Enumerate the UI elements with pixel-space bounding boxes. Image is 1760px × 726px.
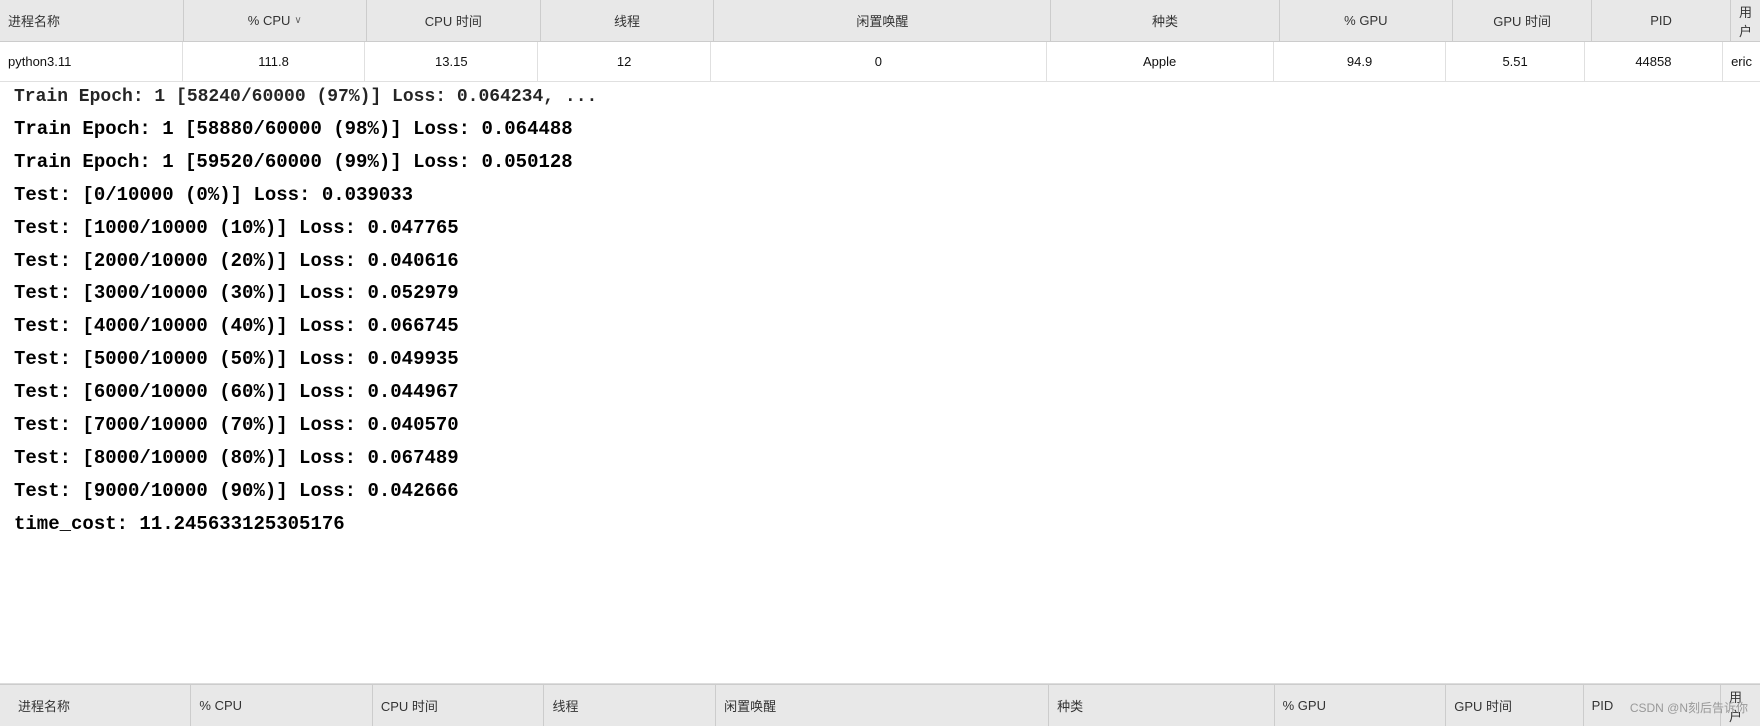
- cell-gpu-pct: 94.9: [1274, 42, 1447, 81]
- cell-user: eric: [1723, 42, 1760, 81]
- cell-idle-wake: 0: [711, 42, 1047, 81]
- terminal-line: Train Epoch: 1 [59520/60000 (99%)] Loss:…: [0, 146, 1760, 179]
- bottom-bar: 进程名称 % CPU CPU 时间 线程 闲置唤醒 种类 % GPU GPU 时…: [0, 684, 1760, 726]
- bottom-gpu-time: GPU 时间: [1446, 685, 1583, 726]
- header-process-name[interactable]: 进程名称: [0, 0, 184, 41]
- bottom-cpu-pct: % CPU: [191, 685, 372, 726]
- bottom-process-name: 进程名称: [10, 685, 191, 726]
- header-pid[interactable]: PID: [1592, 0, 1731, 41]
- terminal-line: time_cost: 11.245633125305176: [0, 508, 1760, 541]
- terminal-partial-line: Train Epoch: 1 [58240/60000 (97%)] Loss:…: [0, 82, 1760, 113]
- terminal-line: Test: [2000/10000 (20%)] Loss: 0.040616: [0, 245, 1760, 278]
- terminal-line: Test: [7000/10000 (70%)] Loss: 0.040570: [0, 409, 1760, 442]
- cell-cpu-time: 13.15: [365, 42, 538, 81]
- terminal-line: Test: [6000/10000 (60%)] Loss: 0.044967: [0, 376, 1760, 409]
- cell-pid: 44858: [1585, 42, 1723, 81]
- terminal-line: Train Epoch: 1 [58880/60000 (98%)] Loss:…: [0, 113, 1760, 146]
- terminal-output: Train Epoch: 1 [58240/60000 (97%)] Loss:…: [0, 82, 1760, 684]
- bottom-idle-wake: 闲置唤醒: [716, 685, 1049, 726]
- bottom-threads: 线程: [544, 685, 716, 726]
- sort-arrow-icon: ∨: [294, 15, 301, 26]
- header-idle-wake[interactable]: 闲置唤醒: [714, 0, 1051, 41]
- terminal-line: Test: [9000/10000 (90%)] Loss: 0.042666: [0, 475, 1760, 508]
- terminal-line: Test: [1000/10000 (10%)] Loss: 0.047765: [0, 212, 1760, 245]
- cell-gpu-time: 5.51: [1446, 42, 1584, 81]
- cell-process-name: python3.11: [0, 42, 183, 81]
- table-header: 进程名称 % CPU ∨ CPU 时间 线程 闲置唤醒 种类 % GPU GPU…: [0, 0, 1760, 42]
- cell-threads: 12: [538, 42, 711, 81]
- terminal-line: Test: [4000/10000 (40%)] Loss: 0.066745: [0, 310, 1760, 343]
- header-gpu-time[interactable]: GPU 时间: [1453, 0, 1592, 41]
- terminal-line: Test: [8000/10000 (80%)] Loss: 0.067489: [0, 442, 1760, 475]
- watermark-text: CSDN @N刻后告诉你: [1630, 699, 1748, 716]
- bottom-kind: 种类: [1049, 685, 1274, 726]
- bottom-cpu-time: CPU 时间: [373, 685, 545, 726]
- terminal-line: Test: [3000/10000 (30%)] Loss: 0.052979: [0, 277, 1760, 310]
- header-kind[interactable]: 种类: [1051, 0, 1279, 41]
- header-cpu-time[interactable]: CPU 时间: [367, 0, 541, 41]
- cell-cpu-pct: 111.8: [183, 42, 366, 81]
- terminal-line: Test: [5000/10000 (50%)] Loss: 0.049935: [0, 343, 1760, 376]
- header-threads[interactable]: 线程: [541, 0, 715, 41]
- header-cpu-pct[interactable]: % CPU ∨: [184, 0, 368, 41]
- header-gpu-pct[interactable]: % GPU: [1280, 0, 1454, 41]
- header-user[interactable]: 用户: [1731, 0, 1760, 41]
- cell-kind: Apple: [1047, 42, 1274, 81]
- terminal-lines: Train Epoch: 1 [58880/60000 (98%)] Loss:…: [0, 113, 1760, 540]
- terminal-line: Test: [0/10000 (0%)] Loss: 0.039033: [0, 179, 1760, 212]
- table-row[interactable]: python3.11 111.8 13.15 12 0 Apple 94.9 5…: [0, 42, 1760, 82]
- bottom-gpu-pct: % GPU: [1275, 685, 1447, 726]
